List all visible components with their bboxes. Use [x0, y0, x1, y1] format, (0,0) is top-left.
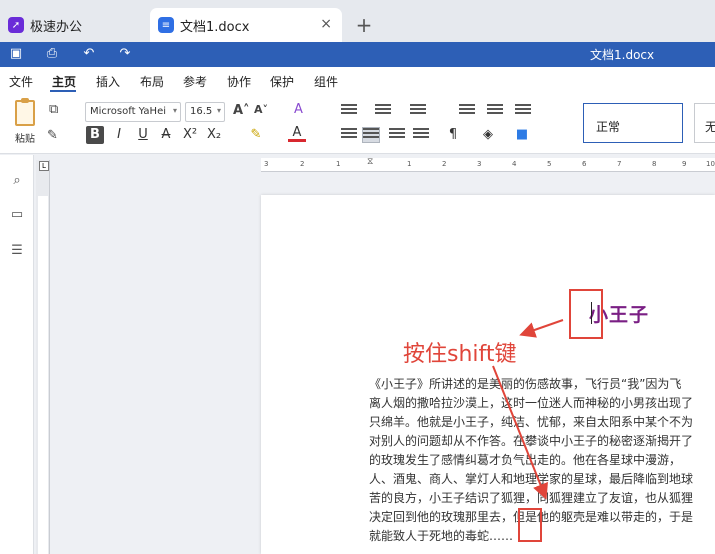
- ruler-label: 8: [652, 160, 657, 168]
- ruler-label: 2: [300, 160, 305, 168]
- document-icon: ≡: [158, 17, 174, 33]
- clipboard-icon: [15, 98, 35, 126]
- menu-layout[interactable]: 布局: [140, 73, 164, 90]
- ruler-label: 9: [682, 160, 687, 168]
- tab-home-label: 极速办公: [30, 19, 83, 35]
- menu-home[interactable]: 主页: [52, 73, 76, 90]
- superscript-button[interactable]: X²: [181, 126, 199, 144]
- underline-button[interactable]: U: [134, 126, 152, 144]
- ruler-label: 1: [336, 160, 341, 168]
- new-tab-button[interactable]: +: [352, 8, 376, 42]
- undo-icon[interactable]: ↶: [80, 46, 98, 62]
- paste-label: 粘贴: [15, 134, 35, 145]
- fill-color-icon[interactable]: ◈: [479, 126, 497, 144]
- style-no-spacing[interactable]: 无: [694, 103, 715, 143]
- paragraph-line[interactable]: 只绵羊。他就是小王子，纯洁、忧郁，来自太阳系中某个不为: [369, 413, 693, 430]
- search-icon[interactable]: ⌕: [9, 173, 25, 189]
- multilevel-list-icon[interactable]: [410, 104, 426, 118]
- paragraph-line[interactable]: 《小王子》所讲述的是美丽的伤感故事，飞行员“我”因为飞: [369, 375, 681, 392]
- tab-document[interactable]: ≡ 文档1.docx ×: [150, 8, 342, 42]
- ruler-label: 5: [547, 160, 552, 168]
- paragraph-line[interactable]: 对别人的问题却从不作答。在攀谈中小王子的秘密逐渐揭开了: [369, 432, 693, 449]
- navigation-icon[interactable]: ☰: [9, 243, 25, 259]
- clear-format-icon[interactable]: A: [294, 102, 303, 117]
- line-spacing-icon[interactable]: [515, 104, 531, 118]
- paragraph-line[interactable]: 人、酒鬼、商人、掌灯人和地理学家的星球，最后降临到地球: [369, 470, 693, 487]
- menu-protect[interactable]: 保护: [270, 73, 294, 90]
- font-name-value: Microsoft YaHei: [90, 106, 166, 117]
- ruler-label: 4: [512, 160, 517, 168]
- bold-button[interactable]: B: [86, 126, 104, 144]
- tab-home[interactable]: ➚ 极速办公: [8, 8, 146, 42]
- highlight-icon[interactable]: ✎: [247, 126, 265, 144]
- print-icon[interactable]: ⎙: [43, 46, 61, 62]
- subscript-button[interactable]: X₂: [205, 126, 223, 144]
- ruler-label: 3: [264, 160, 269, 168]
- align-justify-icon[interactable]: [413, 128, 429, 142]
- ruler-label: 1: [407, 160, 412, 168]
- strikethrough-button[interactable]: A: [157, 126, 175, 144]
- paragraph-line[interactable]: 的玫瑰发生了感情纠葛才负气出走的。他在各星球中漫游，: [369, 451, 681, 468]
- ruler-label: 6: [582, 160, 587, 168]
- align-right-icon[interactable]: [389, 128, 405, 142]
- annotation-text: 按住shift键: [403, 342, 517, 367]
- menu-bar: 文件 主页 插入 布局 参考 协作 保护 组件: [0, 67, 715, 94]
- font-name-select[interactable]: Microsoft YaHei ▾: [85, 102, 181, 122]
- active-tab-indicator: [50, 90, 76, 92]
- tab-stop-selector[interactable]: L: [39, 161, 49, 171]
- tab-bar: ➚ 极速办公 ≡ 文档1.docx × +: [0, 0, 715, 42]
- redo-icon[interactable]: ↷: [116, 46, 134, 62]
- menu-references[interactable]: 参考: [183, 73, 207, 90]
- decrease-font-icon[interactable]: A˅: [254, 103, 268, 116]
- tab-document-label: 文档1.docx: [180, 19, 250, 35]
- numbered-list-icon[interactable]: [375, 104, 391, 118]
- font-size-value: 16.5: [190, 106, 213, 117]
- align-left-icon[interactable]: [341, 128, 357, 142]
- menu-file[interactable]: 文件: [9, 73, 33, 90]
- ruler-label: 2: [442, 160, 447, 168]
- align-center-icon[interactable]: [362, 127, 380, 143]
- paragraph-mark-icon[interactable]: ¶: [444, 126, 462, 144]
- font-size-select[interactable]: 16.5 ▾: [185, 102, 225, 122]
- menu-insert[interactable]: 插入: [96, 73, 120, 90]
- increase-indent-icon[interactable]: [487, 104, 503, 118]
- borders-icon[interactable]: ■: [513, 126, 531, 144]
- indent-marker-icon[interactable]: ⧖: [367, 157, 373, 167]
- ruler-label: 3: [477, 160, 482, 168]
- app-window: ➚ 极速办公 ≡ 文档1.docx × + ▣ ⎙ ↶ ↷ 文档1.docx 文…: [0, 0, 715, 554]
- ruler-label: 10: [706, 160, 715, 168]
- menu-collaborate[interactable]: 协作: [227, 73, 251, 90]
- copy-icon[interactable]: ⧉: [49, 102, 58, 117]
- ribbon-toolbar: 粘贴 ⧉ ✎ Microsoft YaHei ▾ 16.5 ▾ A˄ A˅ A …: [0, 94, 715, 154]
- chevron-down-icon: ▾: [172, 106, 177, 115]
- left-panel: ⌕ ▭ ☰: [0, 155, 34, 554]
- vertical-ruler-margin: [38, 196, 48, 554]
- paste-button[interactable]: 粘贴: [10, 98, 40, 145]
- rocket-icon: ➚: [8, 17, 24, 33]
- horizontal-ruler[interactable]: 3 2 1 1 2 3 4 5 6 7 8 9 10 ⧖: [261, 157, 715, 172]
- window-title: 文档1.docx: [590, 48, 655, 62]
- paragraph-line[interactable]: 离人烟的撒哈拉沙漠上，这时一位迷人而神秘的小男孩出现了: [369, 394, 693, 411]
- paragraph-line[interactable]: 就能致人于死地的毒蛇……: [369, 527, 513, 544]
- save-icon[interactable]: ▣: [7, 46, 25, 62]
- close-tab-button[interactable]: ×: [320, 16, 332, 32]
- title-bar: ▣ ⎙ ↶ ↷ 文档1.docx: [0, 42, 715, 67]
- bullet-list-icon[interactable]: [341, 104, 357, 118]
- style-no-spacing-label: 无: [705, 120, 715, 134]
- decrease-indent-icon[interactable]: [459, 104, 475, 118]
- increase-font-icon[interactable]: A˄: [233, 103, 250, 118]
- font-color-icon[interactable]: A: [288, 126, 306, 142]
- chevron-down-icon: ▾: [216, 106, 221, 115]
- style-normal[interactable]: 正常: [583, 103, 683, 143]
- highlight-box-start: [569, 289, 603, 339]
- menu-plugins[interactable]: 组件: [314, 73, 338, 90]
- paragraph-line[interactable]: 苦的良方，小王子结识了狐狸，同狐狸建立了友谊，也从狐狸: [369, 489, 693, 506]
- highlight-box-end: [518, 508, 542, 542]
- italic-button[interactable]: I: [110, 126, 128, 144]
- ruler-label: 7: [617, 160, 622, 168]
- style-normal-label: 正常: [596, 120, 621, 134]
- format-painter-icon[interactable]: ✎: [47, 128, 58, 143]
- comment-icon[interactable]: ▭: [9, 207, 25, 223]
